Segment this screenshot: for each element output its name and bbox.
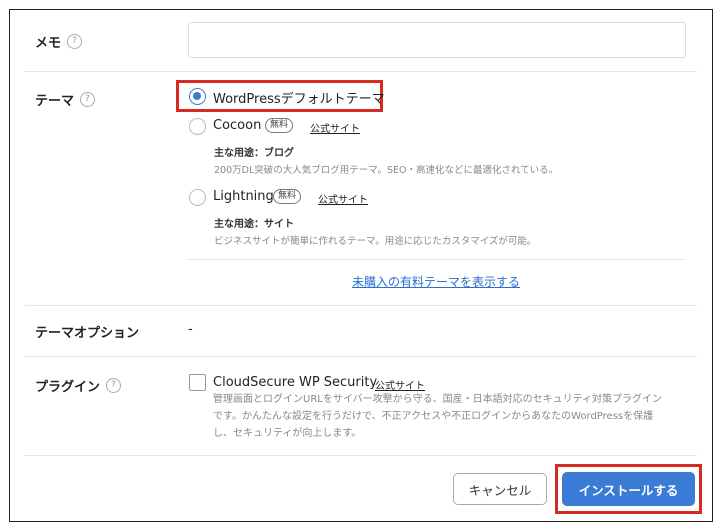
plugin-description-line: し、セキュリティが向上します。: [213, 428, 362, 439]
help-icon[interactable]: ?: [80, 92, 96, 107]
theme-option-label: テーマオプション: [35, 326, 140, 341]
lightning-use: 主な用途：サイト: [214, 219, 294, 230]
theme-option-default-label[interactable]: WordPressデフォルトテーマ: [213, 88, 385, 107]
divider: [25, 71, 697, 72]
plugin-official-site-link[interactable]: 公式サイト: [375, 377, 425, 392]
theme-label-text: テーマ: [35, 94, 75, 109]
theme-radio-lightning[interactable]: [189, 189, 206, 206]
divider: [25, 455, 697, 456]
help-icon[interactable]: ?: [67, 34, 83, 49]
divider: [188, 259, 686, 260]
plugin-label-text: プラグイン: [35, 380, 101, 395]
divider: [25, 356, 697, 357]
memo-label-text: メモ: [35, 36, 62, 51]
plugin-description: 管理画面とログインURLをサイバー攻撃から守る、国産・日本語対応のセキュリティ対…: [213, 391, 693, 442]
memo-label: メモ ?: [35, 32, 83, 51]
divider: [25, 305, 697, 306]
memo-input[interactable]: [188, 22, 686, 58]
plugin-label: プラグイン ?: [35, 376, 122, 395]
cancel-button[interactable]: キャンセル: [453, 473, 547, 505]
show-paid-themes-link[interactable]: 未購入の有料テーマを表示する: [352, 273, 520, 290]
install-button[interactable]: インストールする: [562, 472, 695, 506]
cocoon-official-site-link[interactable]: 公式サイト: [310, 120, 360, 135]
plugin-checkbox[interactable]: [189, 374, 206, 391]
theme-radio-cocoon[interactable]: [189, 118, 206, 135]
free-badge: 無料: [273, 189, 302, 204]
plugin-name[interactable]: CloudSecure WP Security: [213, 375, 377, 390]
lightning-description: ビジネスサイトが簡単に作れるテーマ。用途に応じたカスタマイズが可能。: [214, 236, 537, 247]
plugin-description-line: 管理画面とログインURLをサイバー攻撃から守る、国産・日本語対応のセキュリティ対…: [213, 394, 663, 405]
theme-option-cocoon-label[interactable]: Cocoon: [213, 118, 261, 133]
lightning-official-site-link[interactable]: 公式サイト: [318, 191, 368, 206]
theme-label: テーマ ?: [35, 90, 96, 109]
free-badge: 無料: [265, 118, 294, 133]
help-icon[interactable]: ?: [106, 378, 122, 393]
theme-radio-default[interactable]: [189, 88, 206, 105]
plugin-description-line: です。かんたんな設定を行うだけで、不正アクセスや不正ログインからあなたのWord…: [213, 411, 654, 422]
theme-option-value: -: [188, 322, 193, 337]
cocoon-description: 200万DL突破の大人気ブログ用テーマ。SEO・高速化などに最適化されている。: [214, 165, 559, 176]
theme-option-lightning-label[interactable]: Lightning: [213, 189, 274, 204]
cocoon-use: 主な用途：ブログ: [214, 148, 294, 159]
